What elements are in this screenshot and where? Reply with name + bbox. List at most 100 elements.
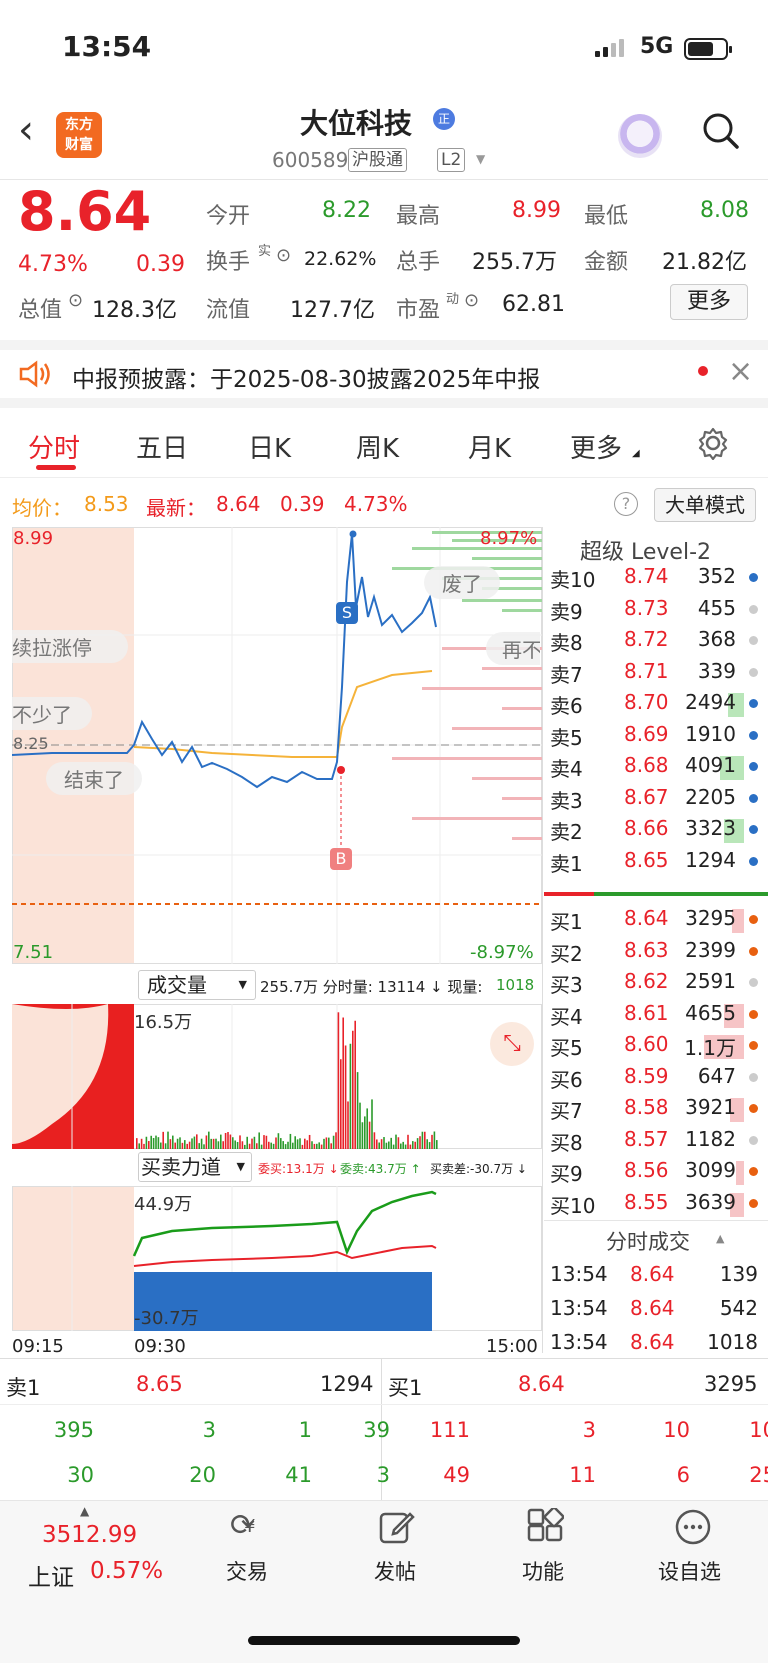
avg-value: 8.53	[84, 492, 129, 516]
stock-name[interactable]: 大位科技	[300, 102, 412, 142]
volume-bar	[210, 1138, 212, 1149]
tab-intraday[interactable]: 分时	[28, 428, 80, 465]
trade-volume: 139	[719, 1262, 758, 1286]
more-button[interactable]: 更多	[670, 284, 748, 320]
volume-bar	[260, 1144, 263, 1149]
pe-sup: 动	[446, 292, 460, 307]
high-value: 8.99	[512, 198, 561, 223]
footer-function[interactable]: 功能	[522, 1556, 564, 1586]
buy-level-volume: 2591	[685, 969, 736, 993]
search-icon[interactable]	[702, 112, 740, 150]
order-flow-chart[interactable]	[12, 1186, 542, 1331]
volume-bar	[323, 1138, 325, 1149]
volume-bar	[414, 1141, 416, 1149]
function-grid-icon[interactable]	[526, 1508, 564, 1546]
queue-sell-order: 39	[363, 1418, 390, 1442]
footer-trade[interactable]: 交易	[226, 1556, 268, 1586]
buy-level-label: 买10	[550, 1193, 596, 1218]
info-icon[interactable]: ⊙	[68, 290, 83, 311]
buy-marker[interactable]: B	[330, 848, 352, 870]
volume-bar	[253, 1136, 256, 1149]
volume-bar	[292, 1142, 294, 1149]
order-status-dot	[749, 1135, 758, 1145]
clock: 13:54	[62, 30, 152, 63]
signal-icon	[595, 38, 627, 57]
current-price: 8.64	[18, 180, 152, 243]
volume-bar	[181, 1142, 184, 1149]
tab-daily[interactable]: 日K	[248, 428, 291, 465]
sell-level-price: 8.72	[624, 627, 669, 651]
chart-bottom-price: 7.51	[13, 942, 54, 963]
index-name[interactable]: 上证	[28, 1558, 74, 1592]
indicator-select-flow[interactable]: 买卖力道 ▼	[138, 1152, 252, 1182]
volume-bar	[390, 1137, 392, 1149]
buy-level-volume: 3295	[685, 906, 736, 930]
buy-level-volume: 3099	[685, 1158, 736, 1182]
change-percent: 4.73%	[18, 252, 88, 277]
sell-level-volume: 3323	[685, 816, 736, 840]
flow-min: -30.7万	[134, 1308, 199, 1329]
volume-bar	[383, 1137, 385, 1149]
back-button[interactable]: ‹	[18, 110, 34, 150]
volume-bar	[227, 1132, 229, 1149]
volume-bar	[138, 1143, 140, 1149]
indicator-select-volume[interactable]: 成交量 ▼	[138, 970, 256, 1000]
volume-bar	[431, 1134, 433, 1149]
sell-level-label: 卖2	[550, 820, 583, 844]
trades-title[interactable]: 分时成交	[606, 1226, 690, 1256]
chart-top-price: 8.99	[13, 528, 54, 549]
help-icon[interactable]: ?	[614, 492, 638, 516]
volume-bar	[140, 1138, 143, 1149]
danmu-comment: 再不亮	[486, 632, 540, 665]
tab-weekly[interactable]: 周K	[356, 428, 399, 465]
chevron-down-icon[interactable]: ▼	[476, 152, 485, 166]
assistant-robot-icon[interactable]	[618, 114, 662, 158]
info-icon[interactable]: ⊙	[464, 290, 479, 311]
volume-bar	[347, 1101, 349, 1149]
volume-bar	[318, 1142, 320, 1149]
chevron-up-icon[interactable]: ▲	[716, 1232, 724, 1245]
expand-icon[interactable]: ⤡	[490, 1022, 534, 1066]
volume-bar	[412, 1141, 414, 1149]
volume-bar	[373, 1132, 376, 1149]
volume-bar	[304, 1138, 306, 1149]
tab-five-day[interactable]: 五日	[136, 428, 188, 465]
volume-bar	[299, 1138, 301, 1149]
info-icon[interactable]: ⊙	[276, 245, 291, 266]
sell-level-volume: 4091	[685, 753, 736, 777]
time-close: 15:00	[486, 1336, 538, 1357]
volume-bar	[306, 1140, 308, 1149]
more-dots-icon[interactable]	[674, 1508, 712, 1546]
post-edit-icon[interactable]	[378, 1508, 416, 1546]
sell-level-volume: 1294	[685, 847, 736, 872]
footer-add-watchlist[interactable]: 设自选	[658, 1556, 721, 1586]
close-icon[interactable]: ×	[728, 354, 753, 389]
index-value[interactable]: 3512.99	[42, 1522, 137, 1548]
volume-bar	[354, 1020, 356, 1149]
tab-more[interactable]: 更多	[570, 428, 622, 465]
buy-level-price: 8.62	[624, 969, 669, 993]
chevron-down-icon: ▼	[236, 1160, 245, 1173]
big-order-mode-button[interactable]: 大单模式	[654, 488, 756, 522]
volume-bar	[150, 1135, 152, 1149]
volume-bar	[212, 1138, 215, 1149]
notice-text[interactable]: 中报预披露：于2025-08-30披露2025年中报	[72, 360, 540, 394]
flow-sell: 委卖:43.7万 ↑	[340, 1162, 421, 1176]
volume-bar	[378, 1142, 380, 1149]
sell-marker[interactable]: S	[336, 602, 358, 624]
yen-symbol-icon: ¥	[244, 1516, 256, 1537]
settings-gear-icon[interactable]	[696, 426, 730, 460]
sell-level-price: 8.73	[624, 595, 669, 620]
index-pct[interactable]: 0.57%	[90, 1558, 163, 1584]
volume-bar	[188, 1141, 191, 1149]
book-divider	[544, 892, 768, 896]
stock-code: 600589	[272, 148, 349, 172]
sell-level-volume: 2205	[685, 784, 736, 809]
queue-buy-order: 3	[582, 1418, 596, 1442]
volume-bar	[433, 1131, 436, 1149]
tab-monthly[interactable]: 月K	[468, 428, 511, 465]
volume-bar	[248, 1143, 251, 1149]
volume-chart[interactable]	[12, 1004, 542, 1149]
volume-bar	[220, 1134, 222, 1149]
footer-post[interactable]: 发帖	[374, 1556, 416, 1586]
